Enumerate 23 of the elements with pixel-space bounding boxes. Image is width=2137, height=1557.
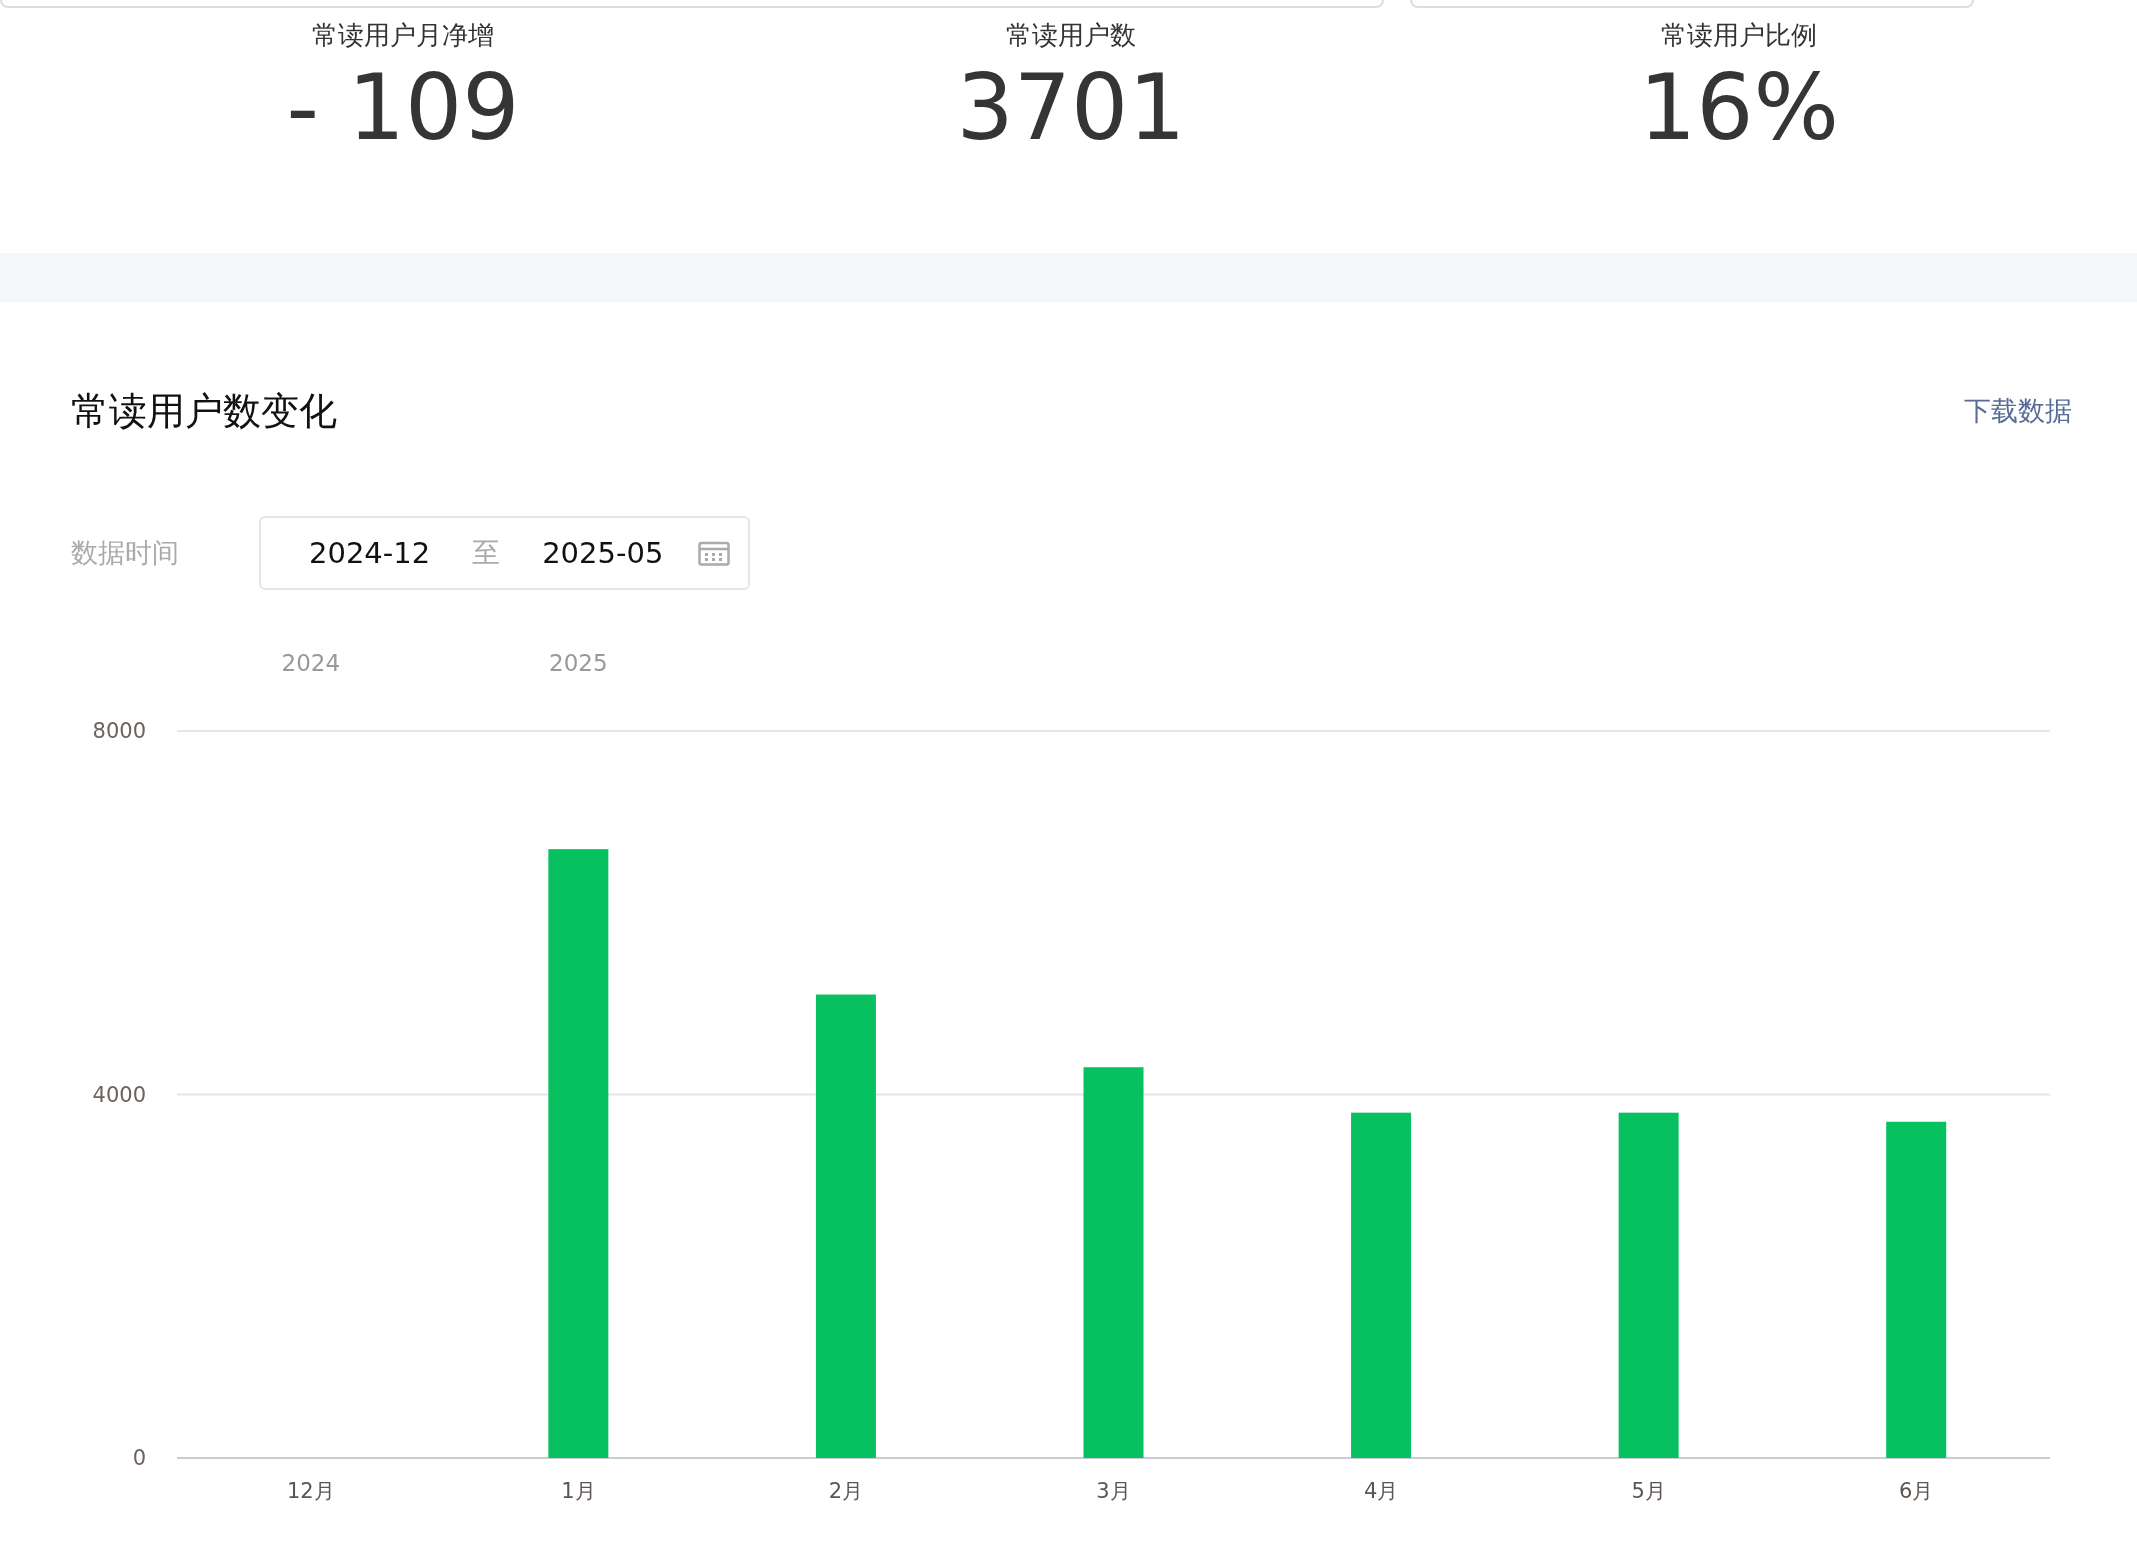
axis-label: 5月 (1631, 1479, 1666, 1503)
date-range-field[interactable]: 2024-12 至 2025-05 (259, 516, 750, 590)
axis-label: 12月 (286, 1479, 335, 1503)
axis-label: 4月 (1363, 1479, 1399, 1503)
calendar-icon (698, 540, 730, 566)
year-label: 2024 (281, 650, 341, 676)
filter-label: 数据时间 (71, 536, 180, 570)
axis-label: 2月 (828, 1479, 864, 1503)
stat-label: 常读用户比例 (1661, 20, 1817, 50)
stat-value: 3701 (956, 54, 1186, 162)
stat-value: 16% (1638, 54, 1839, 162)
stat-label: 常读用户月净增 (312, 20, 494, 50)
axis-label: 4000 (92, 1082, 146, 1107)
axis-label: 8000 (92, 719, 146, 743)
stat-label: 常读用户数 (1006, 20, 1136, 50)
axis-label: 6月 (1899, 1479, 1934, 1503)
axis-label: 3月 (1096, 1479, 1131, 1503)
download-link[interactable]: 下载数据 (1964, 393, 2072, 429)
panel-title: 常读用户数变化 (71, 387, 337, 435)
axis-label: 1月 (561, 1479, 596, 1503)
axis-label: 0 (132, 1446, 146, 1470)
year-label: 2025 (549, 650, 608, 676)
stat-value: - 109 (286, 54, 520, 162)
